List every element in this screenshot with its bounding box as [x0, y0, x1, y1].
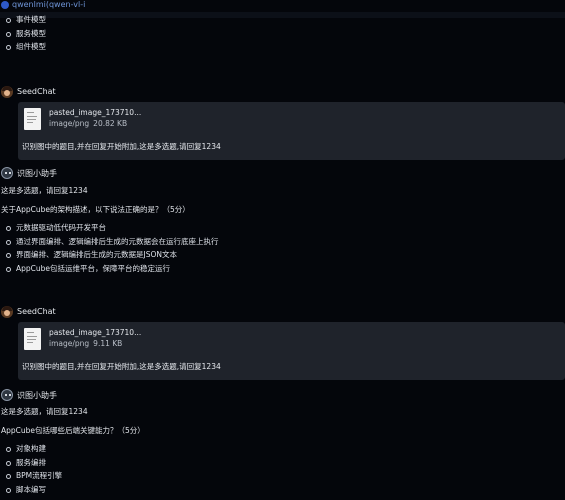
user-message-text: 识别图中的题目,并在回复开始附加,这是多选题,请回复1234 [22, 362, 221, 371]
list-item: 元数据驱动低代码开发平台 [6, 221, 219, 235]
user-message-text: 识别图中的题目,并在回复开始附加,这是多选题,请回复1234 [22, 142, 221, 151]
list-item: 界面编排、逻辑编排后生成的元数据是JSON文本 [6, 248, 219, 262]
assistant-name: 识图小助手 [17, 391, 57, 400]
list-item: BPM流程引擎 [6, 469, 62, 483]
header-shade [0, 12, 565, 18]
attachment-name: pasted_image_173710... [49, 108, 142, 117]
list-item: 服务编排 [6, 456, 62, 470]
assistant-lead: 这是多选题，请回复1234 [1, 186, 88, 195]
answer-options: 元数据驱动低代码开发平台 通过界面编排、逻辑编排后生成的元数据会在运行底座上执行… [6, 221, 219, 275]
user-message-bubble: pasted_image_173710... image/png 20.82 KB… [18, 102, 565, 160]
bot-avatar-icon [1, 167, 13, 179]
attachment-meta: image/png 9.11 KB [49, 339, 126, 348]
file-thumbnail-icon [24, 328, 41, 350]
bot-avatar-icon [1, 389, 13, 401]
question-text: AppCube包括哪些后端关键能力？（5分） [1, 426, 145, 435]
attachment-type: image/png [49, 119, 90, 128]
attachment-size: 20.82 KB [93, 119, 128, 128]
intro-list: 事件模型 服务模型 组件模型 [6, 13, 46, 54]
attachment-card[interactable]: pasted_image_173710... image/png 9.11 KB [24, 326, 194, 358]
user-avatar-icon [1, 86, 13, 98]
list-item: 事件模型 [6, 13, 46, 27]
list-item: 服务模型 [6, 27, 46, 41]
attachment-card[interactable]: pasted_image_173710... image/png 20.82 KB [24, 106, 194, 138]
user-name: SeedChat [17, 307, 56, 316]
answer-options: 对象构建 服务编排 BPM流程引擎 脚本编写 [6, 442, 62, 496]
attachment-size: 9.11 KB [93, 339, 123, 348]
user-avatar-icon [1, 306, 13, 318]
attachment-name: pasted_image_173710... [49, 328, 142, 337]
list-item: 通过界面编排、逻辑编排后生成的元数据会在运行底座上执行 [6, 235, 219, 249]
list-item: 组件模型 [6, 40, 46, 54]
assistant-name: 识图小助手 [17, 169, 57, 178]
list-item: AppCube包括运维平台，保障平台的稳定运行 [6, 262, 219, 276]
list-item: 脚本编写 [6, 483, 62, 497]
header-bar: qwenlmi(qwen-vl-i [0, 0, 565, 12]
model-title[interactable]: qwenlmi(qwen-vl-i [12, 0, 85, 9]
attachment-type: image/png [49, 339, 90, 348]
user-name: SeedChat [17, 87, 56, 96]
model-dot-icon [1, 1, 9, 9]
file-thumbnail-icon [24, 108, 41, 130]
attachment-meta: image/png 20.82 KB [49, 119, 131, 128]
list-item: 对象构建 [6, 442, 62, 456]
assistant-lead: 这是多选题，请回复1234 [1, 407, 88, 416]
user-message-bubble: pasted_image_173710... image/png 9.11 KB … [18, 322, 565, 380]
question-text: 关于AppCube的架构描述，以下说法正确的是？（5分） [1, 205, 190, 214]
